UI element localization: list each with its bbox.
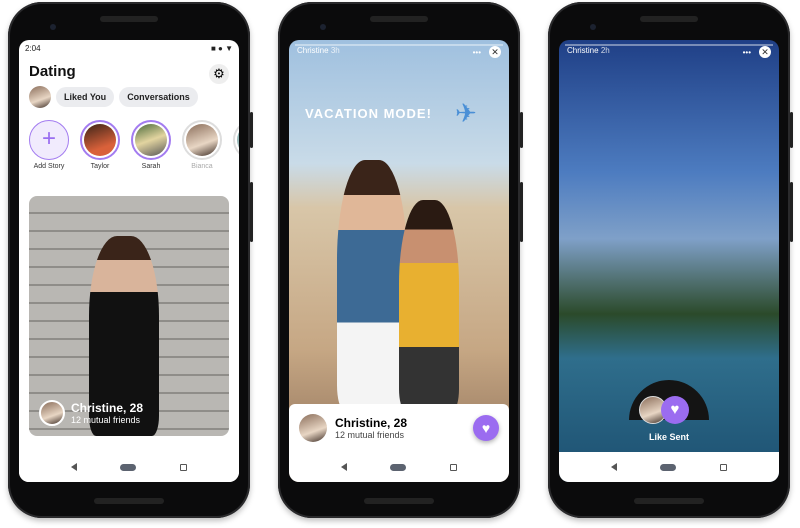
plus-icon: + [29, 120, 69, 160]
story-caption: VACATION MODE! [305, 106, 432, 121]
story-time: 3h [330, 46, 340, 55]
close-icon[interactable]: ✕ [489, 46, 501, 58]
home-icon[interactable] [120, 463, 137, 471]
story-label: Taylor [90, 163, 110, 170]
story-header: Christine 2h [567, 46, 610, 58]
story-label: Sp [233, 163, 239, 170]
story-avatar [84, 124, 116, 156]
add-story-button[interactable]: + Add Story [29, 120, 69, 170]
back-icon[interactable] [70, 463, 77, 471]
front-camera [320, 24, 326, 30]
earpiece [100, 16, 158, 22]
story-user: Christine [567, 46, 599, 55]
profile-mutual-friends: 12 mutual friends [335, 430, 405, 440]
liked-you-button[interactable]: Liked You [56, 87, 115, 107]
front-camera [590, 24, 596, 30]
profile-avatar[interactable] [29, 86, 51, 108]
stories-row: + Add Story Taylor Sarah Bianca Sp [19, 114, 239, 170]
profile-name: Christine, 28 [335, 416, 408, 430]
power-button [790, 112, 793, 148]
card-avatar [39, 400, 65, 426]
conversations-button[interactable]: Conversations [119, 87, 198, 107]
more-icon[interactable]: ••• [743, 48, 751, 57]
front-camera [50, 24, 56, 30]
card-name: Christine, 28 [71, 401, 144, 415]
story-label: Sarah [141, 163, 161, 170]
story-avatar [237, 124, 239, 156]
earpiece [640, 16, 698, 22]
status-bar: 2:04 ■ ● ▼ [19, 40, 239, 57]
story-partial[interactable]: Sp [233, 120, 239, 170]
story-avatar [186, 124, 218, 156]
home-icon[interactable] [390, 463, 407, 471]
story-photo [337, 160, 407, 410]
nav-bar [559, 452, 779, 482]
speaker [364, 498, 434, 504]
like-button[interactable]: ♥ [473, 415, 499, 441]
earpiece [370, 16, 428, 22]
airplane-icon: ✈ [455, 98, 477, 128]
story-label: Bianca [191, 163, 213, 170]
back-icon[interactable] [340, 463, 347, 471]
volume-button [250, 182, 253, 242]
recents-icon[interactable] [720, 463, 728, 471]
back-icon[interactable] [610, 463, 617, 471]
screen: 2:04 ■ ● ▼ Dating ⚙ Liked You Conversati… [19, 40, 239, 482]
like-sent-indicator: ♥ [639, 396, 689, 424]
story-photo [439, 170, 503, 410]
screen: Christine 2h ••• ✕ ♥ Like Sent [559, 40, 779, 482]
power-button [520, 112, 523, 148]
speaker [634, 498, 704, 504]
story-header: Christine 3h [297, 46, 340, 58]
status-time: 2:04 [25, 44, 41, 53]
profile-card[interactable]: Christine, 28 12 mutual friends [29, 196, 229, 436]
nav-bar [289, 452, 509, 482]
heart-icon: ♥ [661, 396, 689, 424]
close-icon[interactable]: ✕ [759, 46, 771, 58]
like-sent-label: Like Sent [648, 432, 689, 442]
volume-button [520, 182, 523, 242]
recents-icon[interactable] [450, 463, 458, 471]
gear-icon[interactable]: ⚙ [209, 64, 229, 84]
profile-sheet[interactable]: Christine, 28 12 mutual friends ♥ [289, 404, 509, 452]
story-sarah[interactable]: Sarah [131, 120, 171, 170]
story-bianca[interactable]: Bianca [182, 120, 222, 170]
story-avatar [135, 124, 167, 156]
phone-like-sent: Christine 2h ••• ✕ ♥ Like Sent [548, 2, 793, 518]
more-icon[interactable]: ••• [473, 48, 481, 57]
page-title: Dating [29, 63, 76, 80]
story-taylor[interactable]: Taylor [80, 120, 120, 170]
nav-bar [19, 452, 239, 482]
speaker [94, 498, 164, 504]
story-label: Add Story [33, 163, 65, 170]
phone-dating-home: 2:04 ■ ● ▼ Dating ⚙ Liked You Conversati… [8, 2, 253, 518]
profile-avatar [299, 414, 327, 442]
volume-button [790, 182, 793, 242]
phone-story-view: Christine 3h ••• ✕ VACATION MODE! ✈ Chris… [278, 2, 523, 518]
card-mutual-friends: 12 mutual friends [71, 415, 141, 425]
home-icon[interactable] [660, 463, 677, 471]
story-time: 2h [600, 46, 610, 55]
story-user: Christine [297, 46, 329, 55]
recents-icon[interactable] [180, 463, 188, 471]
power-button [250, 112, 253, 148]
status-icons: ■ ● ▼ [210, 44, 233, 53]
screen: Christine 3h ••• ✕ VACATION MODE! ✈ Chris… [289, 40, 509, 482]
